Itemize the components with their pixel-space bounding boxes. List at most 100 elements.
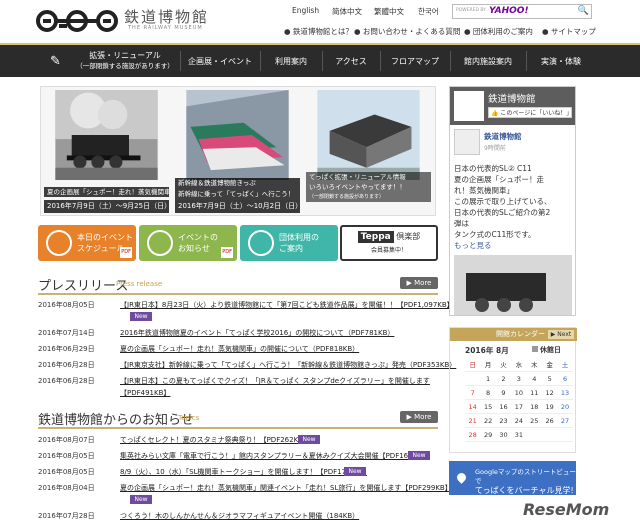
- see-more-link[interactable]: もっと見る: [454, 240, 574, 251]
- calendar-weekday: 月: [480, 358, 496, 372]
- site-logo[interactable]: 鉄道博物館 THE RAILWAY MUSEUM: [36, 6, 236, 36]
- new-badge: New: [298, 435, 320, 444]
- calendar-day[interactable]: 6: [557, 372, 573, 386]
- banner-renewal-caption: てっぱく拡張・リニューアル情報 いろいろイベントやってます！！ （一部閉鎖する施…: [306, 172, 431, 202]
- topic-link[interactable]: 集英社みらい文庫「電車で行こう！」館内スタンプラリー＆夏休みクイズ大会開催【PD…: [120, 451, 429, 461]
- post-author[interactable]: 鉄道博物館: [484, 131, 522, 142]
- calendar-day[interactable]: 10: [511, 386, 527, 400]
- facebook-like-button[interactable]: 👍 このページに「いいね！」: [488, 107, 572, 118]
- lang-simplified-chinese[interactable]: 简体中文: [332, 6, 362, 17]
- calendar-day[interactable]: 27: [557, 414, 573, 428]
- lang-korean[interactable]: 한국어: [418, 6, 439, 17]
- calendar-day[interactable]: [557, 428, 573, 442]
- post-body: 日本の代表的SL② C11 夏の企画展「シュポー！走 れ！蒸気機関車」 この展示…: [454, 163, 574, 251]
- calendar-day[interactable]: 9: [495, 386, 512, 400]
- calendar-day[interactable]: 16: [495, 400, 512, 414]
- calendar-day[interactable]: 25: [526, 414, 542, 428]
- calendar-day[interactable]: 2: [495, 372, 512, 386]
- calendar-day[interactable]: 7: [465, 386, 481, 400]
- calendar-week-row: 21 22 23 24 25 26 27: [465, 414, 573, 428]
- calendar-day[interactable]: 15: [480, 400, 496, 414]
- press-date: 2016年06月28日: [38, 377, 95, 385]
- streetview-line-2: てっぱくをバーチャル見学!: [475, 486, 574, 495]
- nav-floormap[interactable]: フロアマップ: [380, 45, 450, 77]
- site-search[interactable]: POWERED BY YAHOO! 🔍: [452, 4, 592, 19]
- nav-demos[interactable]: 実演・体験: [526, 45, 596, 77]
- calendar-day[interactable]: 22: [480, 414, 496, 428]
- streetview-banner[interactable]: Googleマップのストリートビューで てっぱくをバーチャル見学!: [449, 461, 576, 495]
- banner-steam[interactable]: 夏の企画展「シュポー！走れ！蒸気機関車」開催 2016年7月9日（土）～9月25…: [44, 90, 169, 213]
- press-date: 2016年06月28日: [38, 361, 95, 369]
- link-faq[interactable]: ● お問い合わせ・よくある質問: [354, 26, 460, 37]
- press-link[interactable]: 【JR東日本】この夏もてっぱくでクイズ！「JR＆てっぱく スタンプdeクイズラリ…: [120, 376, 430, 386]
- press-link[interactable]: 夏の企画展「シュポー！走れ！蒸気機関車」の開催について（PDF818KB）: [120, 344, 359, 354]
- banner-renewal[interactable]: てっぱく拡張・リニューアル情報 いろいろイベントやってます！！ （一部閉鎖する施…: [306, 90, 431, 213]
- calendar-day[interactable]: [541, 428, 558, 442]
- page-avatar[interactable]: [454, 91, 484, 121]
- topic-link[interactable]: てっぱくセレクト！夏のスタミナ祭典祭り！【PDF262KB】: [120, 435, 310, 445]
- calendar-day[interactable]: 28: [465, 428, 481, 442]
- calendar-day[interactable]: 12: [541, 386, 558, 400]
- today-schedule-button[interactable]: 本日のイベント スケジュール PDF: [38, 225, 136, 261]
- link-sitemap[interactable]: ● サイトマップ: [542, 26, 596, 37]
- teppa-club-button[interactable]: Teppa 倶楽部 会員募集中！: [340, 225, 438, 261]
- banner-shinkansen[interactable]: 新幹線＆鉄道博物館きっぷ 新幹線に乗って「てっぱく」へ行こう！ 2016年7月9…: [175, 90, 300, 213]
- group-guide-button[interactable]: 団体利用の ご案内: [240, 225, 338, 261]
- facebook-page-name[interactable]: 鉄道博物館: [488, 91, 536, 105]
- link-about[interactable]: ● 鉄道博物館とは？: [284, 26, 353, 37]
- press-title: プレスリリース: [38, 279, 129, 294]
- calendar-weekday: 水: [511, 358, 527, 372]
- topic-link[interactable]: つくろう！木のしんかんせん＆ジオラマフィギュアイベント開催（184KB）: [120, 511, 359, 521]
- calendar-day[interactable]: [465, 372, 481, 386]
- lang-traditional-chinese[interactable]: 繁體中文: [374, 6, 404, 17]
- nav-facilities[interactable]: 館内施設案内: [450, 45, 526, 77]
- press-more-button[interactable]: ▶ More: [400, 277, 438, 289]
- calendar-day[interactable]: 3: [511, 372, 527, 386]
- nav-events[interactable]: 企画展・イベント: [180, 45, 260, 77]
- calendar-week-row: 14 15 16 17 18 19 20: [465, 400, 573, 414]
- press-link[interactable]: 【PDF491KB】: [120, 388, 170, 398]
- calendar-day[interactable]: 19: [541, 400, 558, 414]
- calendar-day[interactable]: 29: [480, 428, 496, 442]
- calendar-day[interactable]: 1: [480, 372, 496, 386]
- calendar-day[interactable]: 17: [511, 400, 527, 414]
- calendar-day[interactable]: 13: [557, 386, 573, 400]
- calendar-day[interactable]: 26: [541, 414, 558, 428]
- nav-guide[interactable]: 利用案内: [260, 45, 322, 77]
- event-notice-button[interactable]: イベントの お知らせ PDF: [139, 225, 237, 261]
- clock-icon: [46, 230, 72, 256]
- link-group[interactable]: ● 団体利用のご案内: [464, 26, 533, 37]
- calendar-next-button[interactable]: ▶ Next: [548, 330, 574, 339]
- site-header: 鉄道博物館 THE RAILWAY MUSEUM English 简体中文 繁體…: [0, 0, 640, 42]
- calendar-weekday: 木: [526, 358, 542, 372]
- topic-date: 2016年08月05日: [38, 468, 95, 476]
- nav-access[interactable]: アクセス: [322, 45, 380, 77]
- nav-renewal[interactable]: 拡張・リニューアル （一部閉鎖する施設があります）: [70, 45, 180, 77]
- nav-renewal-label: 拡張・リニューアル: [89, 51, 161, 60]
- topic-link[interactable]: 8/9（火）、10（水）「SL機関車トークショー」を開催します！【PDF176K…: [120, 467, 367, 477]
- calendar-weekday-row: 日月火水木金土: [465, 358, 573, 372]
- lang-english[interactable]: English: [292, 6, 319, 15]
- pdf-icon: PDF: [221, 247, 233, 258]
- calendar-day[interactable]: 30: [495, 428, 512, 442]
- post-line: 日本の代表的SL② C11: [454, 164, 532, 173]
- calendar-day[interactable]: 20: [557, 400, 573, 414]
- calendar-day[interactable]: 24: [511, 414, 527, 428]
- calendar-day[interactable]: 8: [480, 386, 496, 400]
- topics-subtitle: Topics: [178, 414, 200, 422]
- calendar-day[interactable]: [526, 428, 542, 442]
- calendar-day[interactable]: 5: [541, 372, 558, 386]
- calendar-day[interactable]: 4: [526, 372, 542, 386]
- press-link[interactable]: 2016年鉄道博物館夏のイベント「てっぱく学校2016」の開校について（PDF7…: [120, 328, 394, 338]
- search-icon[interactable]: 🔍: [578, 6, 589, 16]
- press-link[interactable]: 【JR東日本】8月23日（火）より鉄道博物館にて「第7回こども鉄道作品展」を開催…: [120, 300, 454, 310]
- calendar-day[interactable]: 21: [465, 414, 481, 428]
- calendar-day[interactable]: 23: [495, 414, 512, 428]
- topic-link[interactable]: 夏の企画展「シュポー！走れ！蒸気機関車」関連イベント「走れ！SL旅行」を開催しま…: [120, 483, 452, 493]
- topics-more-button[interactable]: ▶ More: [400, 411, 438, 423]
- calendar-day[interactable]: 14: [465, 400, 481, 414]
- calendar-day[interactable]: 31: [511, 428, 527, 442]
- press-link[interactable]: 【JR東京支社】新幹線に乗って「てっぱく」へ行こう！「新幹線＆鉄道博物館きっぷ」…: [120, 360, 456, 370]
- calendar-day[interactable]: 18: [526, 400, 542, 414]
- calendar-day[interactable]: 11: [526, 386, 542, 400]
